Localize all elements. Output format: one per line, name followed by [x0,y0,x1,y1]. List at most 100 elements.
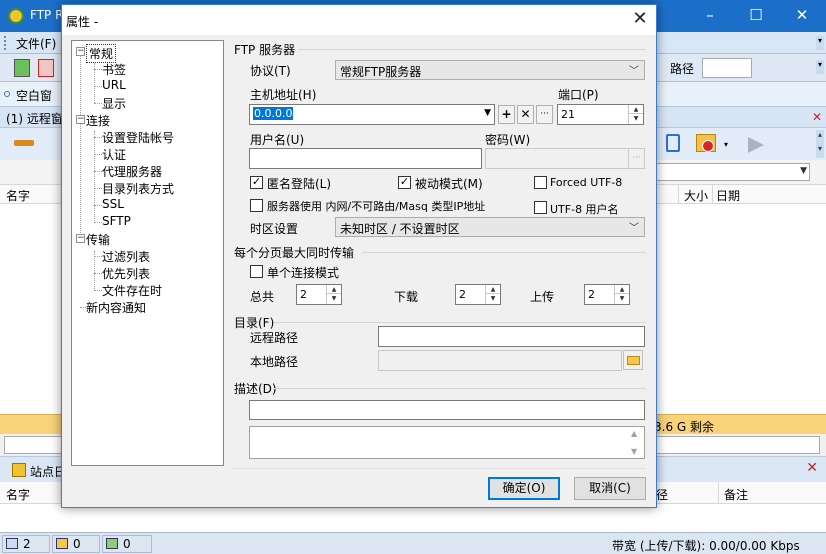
timezone-select[interactable]: 未知时区 / 不设置时区 ﹀ [335,217,645,237]
pdf-icon[interactable] [38,59,54,77]
section-divider [274,388,646,389]
anonymous-checkbox[interactable]: ✓ [250,176,263,189]
connect-icon[interactable] [14,140,34,146]
lan-ip-checkbox[interactable] [250,199,263,212]
dropdown-icon[interactable]: ▾ [724,140,728,149]
tree-item-login-accounts[interactable]: 设置登陆帐号 [102,129,174,146]
spin-up-icon[interactable]: ▲ [615,285,629,294]
ok-button[interactable]: 确定(O) [488,477,560,500]
minimize-icon[interactable]: – [698,4,722,28]
spin-up-icon[interactable]: ▲ [486,285,500,294]
port-spin-buttons[interactable]: ▲ ▼ [628,105,643,124]
tree-item-sftp[interactable]: SFTP [102,214,131,228]
port-stepper[interactable]: 21 ▲ ▼ [557,104,644,125]
upload-stepper[interactable]: 2 ▲ ▼ [584,284,630,305]
transfer-icon [106,538,118,549]
menu-overflow-icon[interactable]: ▾ [816,36,824,50]
description-line-input[interactable] [249,400,645,420]
port-label: 端口(P) [558,88,599,102]
protocol-value: 常规FTP服务器 [340,65,422,79]
col-name[interactable]: 名字 [6,187,30,204]
section-max-transfers: 每个分页最大同时传输 [234,246,355,260]
settings-tree: − 常规 书签 URL 显示 − 连接 设置登陆帐号 认证 代理服务器 目录列表… [71,40,224,466]
col-separator [712,185,713,204]
tree-item-auth[interactable]: 认证 [102,146,126,163]
site-log-close-icon[interactable]: ✕ [806,460,818,476]
status-bar: 2 0 0 带宽 (上传/下载): 0.00/0.00 Kbps [0,532,826,554]
tree-item-new-content[interactable]: 新内容通知 [86,299,146,316]
password-input[interactable]: ··· [485,148,645,169]
tree-line [94,290,102,291]
queue-col-path[interactable]: 径 [656,486,668,503]
queue-col-name[interactable]: 名字 [6,486,30,503]
spin-down-icon[interactable]: ▼ [615,294,629,303]
col-size[interactable]: 大小 [684,187,708,204]
path-input[interactable] [702,58,752,78]
remove-host-button[interactable]: ✕ [517,105,534,124]
tree-item-display[interactable]: 显示 [102,95,126,112]
download-spin-buttons[interactable]: ▲ ▼ [485,285,500,304]
password-more-icon[interactable]: ··· [628,149,644,168]
tree-item-connection[interactable]: 连接 [86,112,110,129]
maximize-icon[interactable]: ☐ [744,4,768,28]
single-connection-checkbox[interactable] [250,265,263,278]
spin-down-icon[interactable]: ▼ [629,114,643,123]
tree-item-transfer[interactable]: 传输 [86,231,110,248]
close-icon[interactable]: ✕ [790,4,814,28]
host-history-dropdown-icon[interactable]: ▼ [484,108,491,118]
add-host-button[interactable]: + [498,105,515,124]
toolbar-overflow-icon[interactable]: ▾ [816,60,824,74]
tree-line [94,256,102,257]
local-path-input[interactable] [378,350,622,371]
total-stepper[interactable]: 2 ▲ ▼ [296,284,342,305]
scroll-down-icon[interactable]: ▼ [631,447,637,456]
menu-file[interactable]: 文件(F) [16,35,56,52]
remote-pane-close-icon[interactable]: ✕ [812,110,822,124]
collapse-icon[interactable]: − [76,47,85,56]
tree-item-list-method[interactable]: 目录列表方式 [102,180,174,197]
collapse-icon[interactable]: − [76,115,85,124]
description-scrollbar[interactable]: ▲ ▼ [628,427,644,458]
passive-checkbox[interactable]: ✓ [398,176,411,189]
total-spin-buttons[interactable]: ▲ ▼ [326,285,341,304]
queue-list[interactable] [0,504,826,532]
tree-item-filter-list[interactable]: 过滤列表 [102,248,150,265]
download-stepper[interactable]: 2 ▲ ▼ [455,284,501,305]
site-bar-label[interactable]: 空白窗 [16,87,52,104]
spin-down-icon[interactable]: ▼ [327,294,341,303]
spin-down-icon[interactable]: ▼ [486,294,500,303]
spin-up-icon[interactable]: ▲ [327,285,341,294]
username-label: 用户名(U) [250,133,305,147]
new-site-icon[interactable] [14,59,30,77]
collapse-icon[interactable]: − [76,234,85,243]
tree-item-priority-list[interactable]: 优先列表 [102,265,150,282]
forced-utf8-checkbox[interactable] [534,176,547,189]
description-textarea[interactable]: ▲ ▼ [249,426,645,459]
browse-folder-button[interactable] [623,350,643,370]
refresh-icon[interactable] [666,134,680,152]
tree-item-file-exists[interactable]: 文件存在时 [102,282,162,299]
tree-item-bookmarks[interactable]: 书签 [102,61,126,78]
remote-path-combo[interactable]: ▼ [648,163,810,181]
tree-item-url[interactable]: URL [102,78,126,92]
transfer-arrow-icon[interactable] [748,137,764,153]
dialog-close-icon[interactable]: ✕ [626,7,654,33]
protocol-select[interactable]: 常规FTP服务器 ﹀ [335,60,645,80]
queue-col-note[interactable]: 备注 [724,486,748,503]
remote-path-input[interactable] [378,326,645,347]
toolbar-scroll-down-icon[interactable]: ▾ [816,144,824,158]
scroll-up-icon[interactable]: ▲ [631,429,637,438]
host-input[interactable]: 0.0.0.0 ▼ [249,104,495,125]
host-more-button[interactable]: ··· [536,105,553,124]
username-input[interactable] [249,148,482,169]
tree-item-ssl[interactable]: SSL [102,197,124,211]
col-date[interactable]: 日期 [716,187,740,204]
cancel-button[interactable]: 取消(C) [574,477,646,500]
utf8-user-checkbox[interactable] [534,201,547,214]
spin-up-icon[interactable]: ▲ [629,105,643,114]
tree-item-proxy[interactable]: 代理服务器 [102,163,162,180]
download-label: 下载 [394,290,419,304]
upload-spin-buttons[interactable]: ▲ ▼ [614,285,629,304]
toolbar-scroll-up-icon[interactable]: ▴ [816,130,824,144]
chevron-down-icon: ﹀ [629,66,639,77]
